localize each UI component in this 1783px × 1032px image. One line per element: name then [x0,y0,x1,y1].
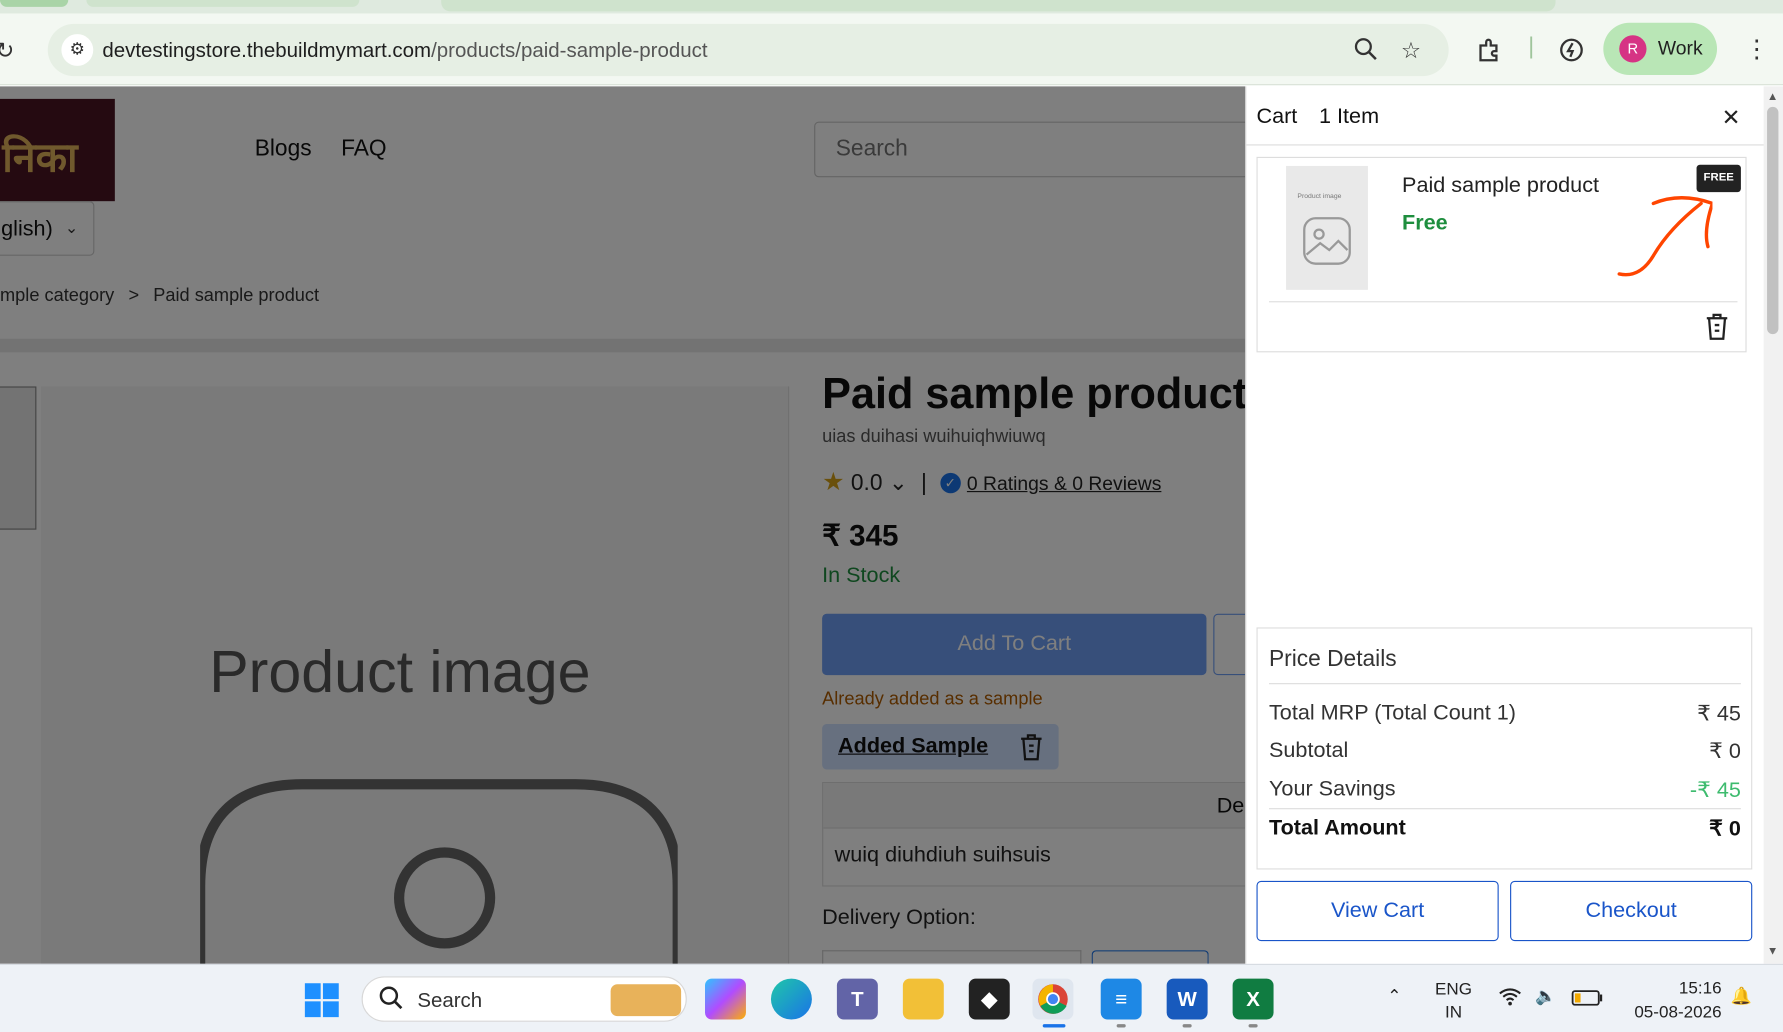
profile-avatar: R [1619,35,1647,63]
battery-icon[interactable] [1571,990,1603,1010]
search-highlight-icon [610,984,682,1017]
excel-icon[interactable]: X [1232,978,1274,1020]
notifications-icon[interactable]: 🔔 [1731,985,1752,1006]
drawer-scrollbar[interactable]: ▲ ▼ [1763,86,1783,964]
bookmark-star-icon[interactable]: ☆ [1401,36,1421,64]
total-divider [1269,808,1741,810]
tab-active[interactable] [441,0,1556,12]
view-cart-button[interactable]: View Cart [1256,880,1499,942]
price-details-heading: Price Details [1269,646,1397,672]
price-row-label: Subtotal [1269,738,1349,763]
cart-drawer: Cart 1 Item ✕ Product image Paid sample … [1245,86,1765,964]
checkout-button[interactable]: Checkout [1510,880,1753,942]
cart-item-image[interactable]: Product image [1286,165,1368,290]
taskbar: Search T ◆ ≡ W X ⌃ ENG IN 🔈 15:16 05-08-… [0,963,1783,1032]
tab-strip [0,0,1783,14]
word-icon[interactable]: W [1166,978,1208,1020]
price-details-divider [1269,683,1741,685]
cart-item-divider [1269,301,1738,303]
price-row-label: Total MRP (Total Count 1) [1269,701,1516,726]
running-app-indicator [1248,1024,1258,1028]
price-row-value: -₹ 45 [1689,778,1741,803]
annotation-arrow-icon [1617,196,1713,277]
file-explorer-icon[interactable] [902,978,944,1020]
price-row-label: Your Savings [1269,777,1396,802]
language-indicator[interactable]: ENG IN [1435,979,1472,1024]
price-row-subtotal: Subtotal ₹ 0 [1269,739,1741,764]
language-code: ENG [1435,979,1472,1000]
app-cube-icon[interactable]: ◆ [968,978,1010,1020]
running-app-indicator [1182,1024,1192,1028]
extensions-icon[interactable] [1476,36,1503,70]
profile-name: Work [1657,37,1703,60]
modal-backdrop[interactable] [0,86,1246,964]
taskbar-search[interactable]: Search [361,976,687,1022]
scroll-up-icon[interactable]: ▲ [1767,91,1778,104]
cart-count: 1 Item [1319,104,1380,129]
cart-title: Cart [1256,104,1298,129]
cart-item-price: Free [1402,211,1448,236]
reload-icon[interactable]: ↻ [0,36,15,64]
notepad-icon[interactable]: ≡ [1100,978,1142,1020]
taskbar-search-label: Search [417,988,483,1012]
price-row-value: ₹ 0 [1709,739,1741,764]
scroll-down-icon[interactable]: ▼ [1767,946,1778,959]
performance-icon[interactable] [1558,36,1585,70]
cart-item: Product image Paid sample product Free F… [1256,156,1747,353]
image-placeholder-icon [1303,217,1351,265]
profile-button[interactable]: R Work [1603,22,1718,76]
total-value: ₹ 0 [1709,817,1741,842]
clock-time: 15:16 [1678,978,1722,998]
remove-item-trash-icon[interactable] [1703,310,1730,348]
url-host: devtestingstore.thebuildmymart.com [102,38,432,62]
windows-start-icon[interactable] [304,983,339,1018]
search-icon [379,985,404,1017]
cart-item-name: Paid sample product [1402,173,1600,198]
total-label: Total Amount [1269,816,1406,840]
wifi-icon[interactable] [1499,988,1522,1011]
clock-date: 05-08-2026 [1634,1002,1722,1022]
browser-menu-icon[interactable]: ⋮ [1744,34,1769,64]
cart-header: Cart 1 Item ✕ [1246,86,1765,146]
browser-toolbar: ↻ ⚙ devtestingstore.thebuildmymart.com/p… [0,13,1783,86]
zoom-icon[interactable] [1353,36,1378,68]
price-row-total: Total Amount ₹ 0 [1269,816,1741,841]
url-path: /products/paid-sample-product [431,38,708,62]
region-code: IN [1444,1002,1463,1022]
active-app-indicator [1042,1024,1066,1028]
price-row-value: ₹ 45 [1697,702,1741,727]
scrollbar-thumb[interactable] [1767,106,1779,335]
url-text[interactable]: devtestingstore.thebuildmymart.com/produ… [102,39,707,63]
clock[interactable]: 15:16 05-08-2026 [1619,976,1721,1024]
cart-item-image-caption: Product image [1297,193,1342,201]
copilot-icon[interactable] [705,978,746,1020]
edge-icon[interactable] [770,978,812,1020]
address-bar[interactable]: ⚙ devtestingstore.thebuildmymart.com/pro… [47,23,1449,77]
tab-2[interactable] [86,0,360,7]
close-icon[interactable]: ✕ [1722,103,1741,131]
running-app-indicator [1116,1024,1126,1028]
tab-1[interactable] [0,0,69,7]
price-details: Price Details Total MRP (Total Count 1) … [1256,627,1753,870]
free-badge: FREE [1696,164,1741,193]
volume-icon[interactable]: 🔈 [1535,985,1556,1006]
price-row-mrp: Total MRP (Total Count 1) ₹ 45 [1269,701,1741,726]
teams-icon[interactable]: T [836,978,878,1020]
site-info-icon[interactable]: ⚙ [61,34,94,66]
toolbar-divider: | [1528,34,1535,60]
show-hidden-icons-icon[interactable]: ⌃ [1387,985,1401,1006]
price-row-savings: Your Savings -₹ 45 [1269,777,1741,802]
chrome-icon[interactable] [1032,978,1074,1020]
